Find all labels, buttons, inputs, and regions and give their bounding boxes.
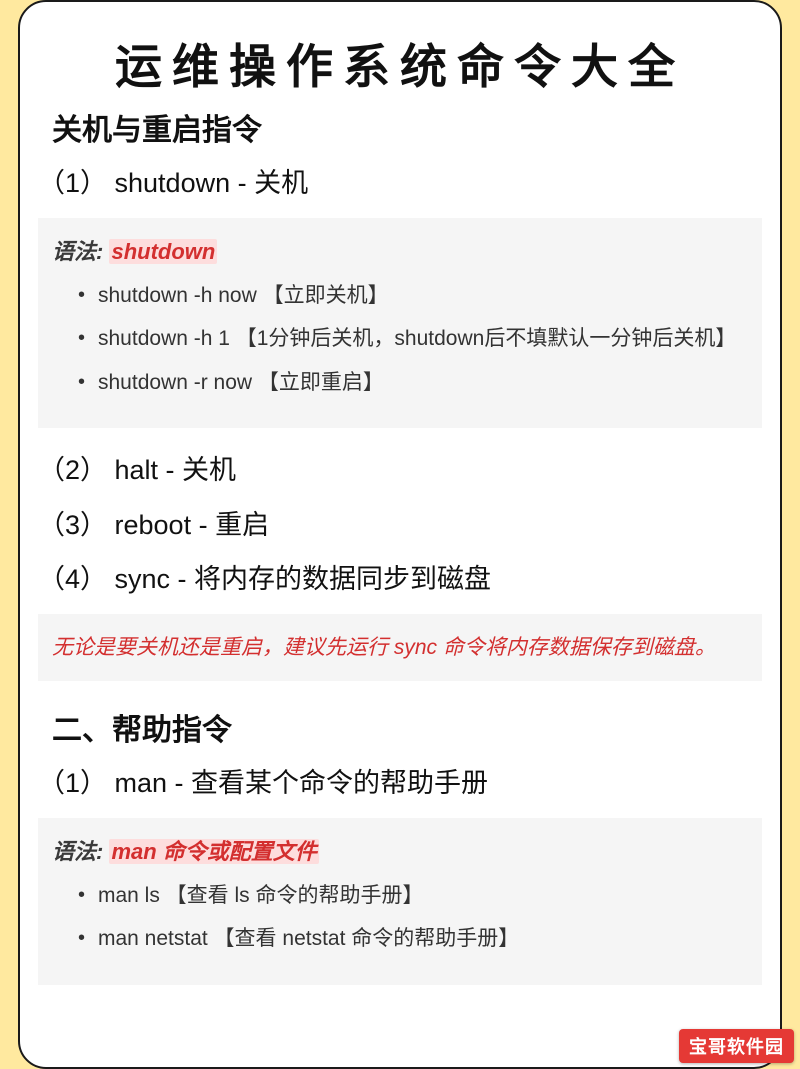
note-text: 无论是要关机还是重启，建议先运行 sync 命令将内存数据保存到磁盘。 — [52, 632, 748, 664]
man-bullets: man ls 【查看 ls 命令的帮助手册】 man netstat 【查看 n… — [52, 880, 748, 955]
syntax-cmd-man: man 命令或配置文件 — [109, 839, 318, 864]
shutdown-bullets: shutdown -h now 【立即关机】 shutdown -h 1 【1分… — [52, 280, 748, 399]
syntax-line-shutdown: 语法: shutdown — [52, 234, 748, 266]
item-halt: （2） halt - 关机 — [38, 450, 762, 491]
list-item: man ls 【查看 ls 命令的帮助手册】 — [78, 880, 748, 912]
section1-heading: 关机与重启指令 — [52, 105, 762, 149]
syntax-box-man: 语法: man 命令或配置文件 man ls 【查看 ls 命令的帮助手册】 m… — [38, 818, 762, 985]
item-sync: （4） sync - 将内存的数据同步到磁盘 — [38, 559, 762, 600]
section2-heading: 二、帮助指令 — [52, 705, 762, 749]
list-item: shutdown -h now 【立即关机】 — [78, 280, 748, 312]
syntax-box-shutdown: 语法: shutdown shutdown -h now 【立即关机】 shut… — [38, 218, 762, 429]
page-title: 运维操作系统命令大全 — [38, 28, 762, 97]
item-man: （1） man - 查看某个命令的帮助手册 — [38, 763, 762, 804]
syntax-line-man: 语法: man 命令或配置文件 — [52, 834, 748, 866]
item-shutdown: （1） shutdown - 关机 — [38, 163, 762, 204]
note-box: 无论是要关机还是重启，建议先运行 sync 命令将内存数据保存到磁盘。 — [38, 614, 762, 682]
list-item: shutdown -r now 【立即重启】 — [78, 367, 748, 399]
list-item: man netstat 【查看 netstat 命令的帮助手册】 — [78, 923, 748, 955]
syntax-label: 语法: — [52, 839, 109, 864]
syntax-cmd-shutdown: shutdown — [109, 239, 217, 264]
list-item: shutdown -h 1 【1分钟后关机，shutdown后不填默认一分钟后关… — [78, 323, 748, 355]
content-card: 运维操作系统命令大全 关机与重启指令 （1） shutdown - 关机 语法:… — [18, 0, 782, 1069]
watermark-badge: 宝哥软件园 — [679, 1029, 794, 1063]
syntax-label: 语法: — [52, 239, 109, 264]
item-reboot: （3） reboot - 重启 — [38, 505, 762, 546]
